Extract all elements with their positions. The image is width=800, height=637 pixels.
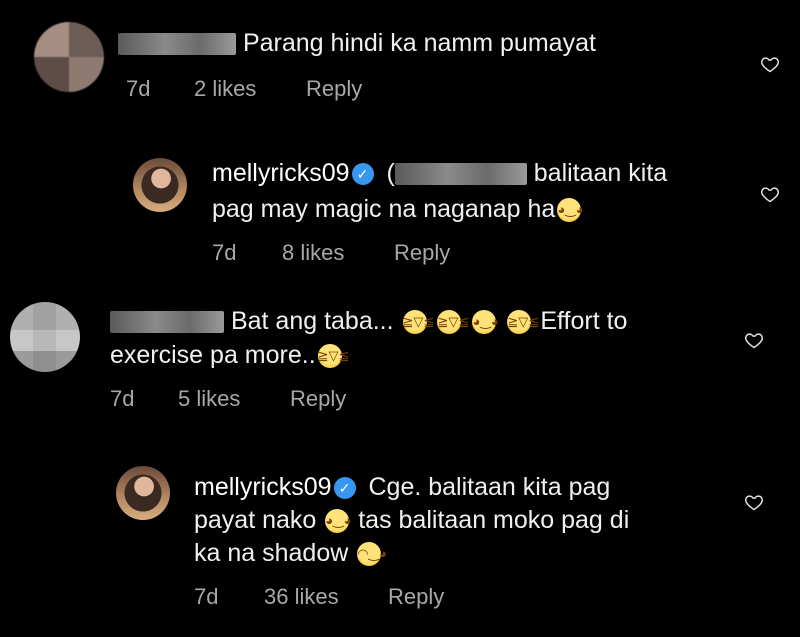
rofl-emoji: ≧▽≦ <box>507 310 539 335</box>
avatar[interactable] <box>34 22 104 92</box>
timestamp: 7d <box>194 584 219 609</box>
comment-text-line-1: Bat ang taba... ≧▽≦ ≧▽≦ ◕‿◕ ≧▽≦ Effort t… <box>110 306 627 336</box>
comment-meta: 7d 5 likes Reply <box>110 386 346 412</box>
reply-button[interactable]: Reply <box>394 240 450 266</box>
comment-meta: 7d 2 likes Reply <box>126 76 362 102</box>
comment-body-line-1: balitaan kita <box>533 159 668 187</box>
mention-open-paren: ( <box>386 159 395 187</box>
comment-text: Parang hindi ka namm pumayat <box>118 28 596 58</box>
timestamp: 7d <box>126 76 151 101</box>
comment-body-line-1: Bat ang taba... <box>230 307 394 335</box>
comment-text-line-3: ka na shadow ◠‿◕ <box>194 538 387 568</box>
comment-body-line-2b: tas balitaan moko pag di <box>358 506 630 534</box>
grinning-sweat-emoji: ◕‿◕ <box>325 509 351 534</box>
comment-body: Parang hindi ka namm pumayat <box>242 29 596 57</box>
avatar[interactable] <box>10 302 80 372</box>
blurred-mention[interactable] <box>394 163 527 186</box>
avatar[interactable] <box>133 158 187 212</box>
likes-count[interactable]: 8 likes <box>282 240 394 266</box>
blurred-username[interactable] <box>110 311 224 334</box>
comment-body-line-1-end: Effort to <box>540 307 628 335</box>
comment-text-line-1: mellyricks09 ✓ Cge. balitaan kita pag <box>194 472 610 502</box>
timestamp: 7d <box>212 240 237 265</box>
likes-count[interactable]: 36 likes <box>264 584 388 610</box>
comment-text-line-2: exercise pa more.. ≧▽≦ <box>110 340 349 370</box>
reply-button[interactable]: Reply <box>290 386 346 412</box>
comment-text-line-2: payat nako ◕‿◕ tas balitaan moko pag di <box>194 505 629 535</box>
username[interactable]: mellyricks09 <box>212 159 350 187</box>
heart-outline-icon[interactable] <box>744 492 764 512</box>
likes-count[interactable]: 2 likes <box>194 76 306 102</box>
likes-count[interactable]: 5 likes <box>178 386 290 412</box>
grinning-sweat-emoji: ◕‿◕ <box>472 310 499 335</box>
grinning-sweat-emoji: ◕‿◕ <box>557 198 583 223</box>
comment-body-line-3: ka na shadow <box>194 539 349 567</box>
wink-emoji: ◠‿◕ <box>357 542 387 567</box>
verified-badge-icon: ✓ <box>333 477 356 500</box>
comment-meta: 7d 8 likes Reply <box>212 240 450 266</box>
comment-text-line-1: mellyricks09 ✓ ( balitaan kita <box>212 158 667 188</box>
verified-badge-icon: ✓ <box>351 163 374 186</box>
heart-outline-icon[interactable] <box>760 184 780 204</box>
comment-text-line-2: pag may magic na naganap ha ◕‿◕ <box>212 194 583 224</box>
comment-meta: 7d 36 likes Reply <box>194 584 444 610</box>
comment-body-line-1: Cge. balitaan kita pag <box>368 473 611 501</box>
timestamp: 7d <box>110 386 135 411</box>
blurred-username[interactable] <box>118 33 236 56</box>
reply-button[interactable]: Reply <box>306 76 362 102</box>
username[interactable]: mellyricks09 <box>194 473 332 501</box>
comment-body-line-2: pag may magic na naganap ha <box>212 195 556 223</box>
rofl-emoji: ≧▽≦ <box>437 310 469 335</box>
rofl-emoji: ≧▽≦ <box>317 344 349 369</box>
avatar[interactable] <box>116 466 170 520</box>
heart-outline-icon[interactable] <box>744 330 764 350</box>
comment-body-line-2a: payat nako <box>194 506 317 534</box>
heart-outline-icon[interactable] <box>760 54 780 74</box>
reply-button[interactable]: Reply <box>388 584 444 610</box>
comment-body-line-2: exercise pa more.. <box>110 341 316 369</box>
rofl-emoji: ≧▽≦ <box>402 310 434 335</box>
